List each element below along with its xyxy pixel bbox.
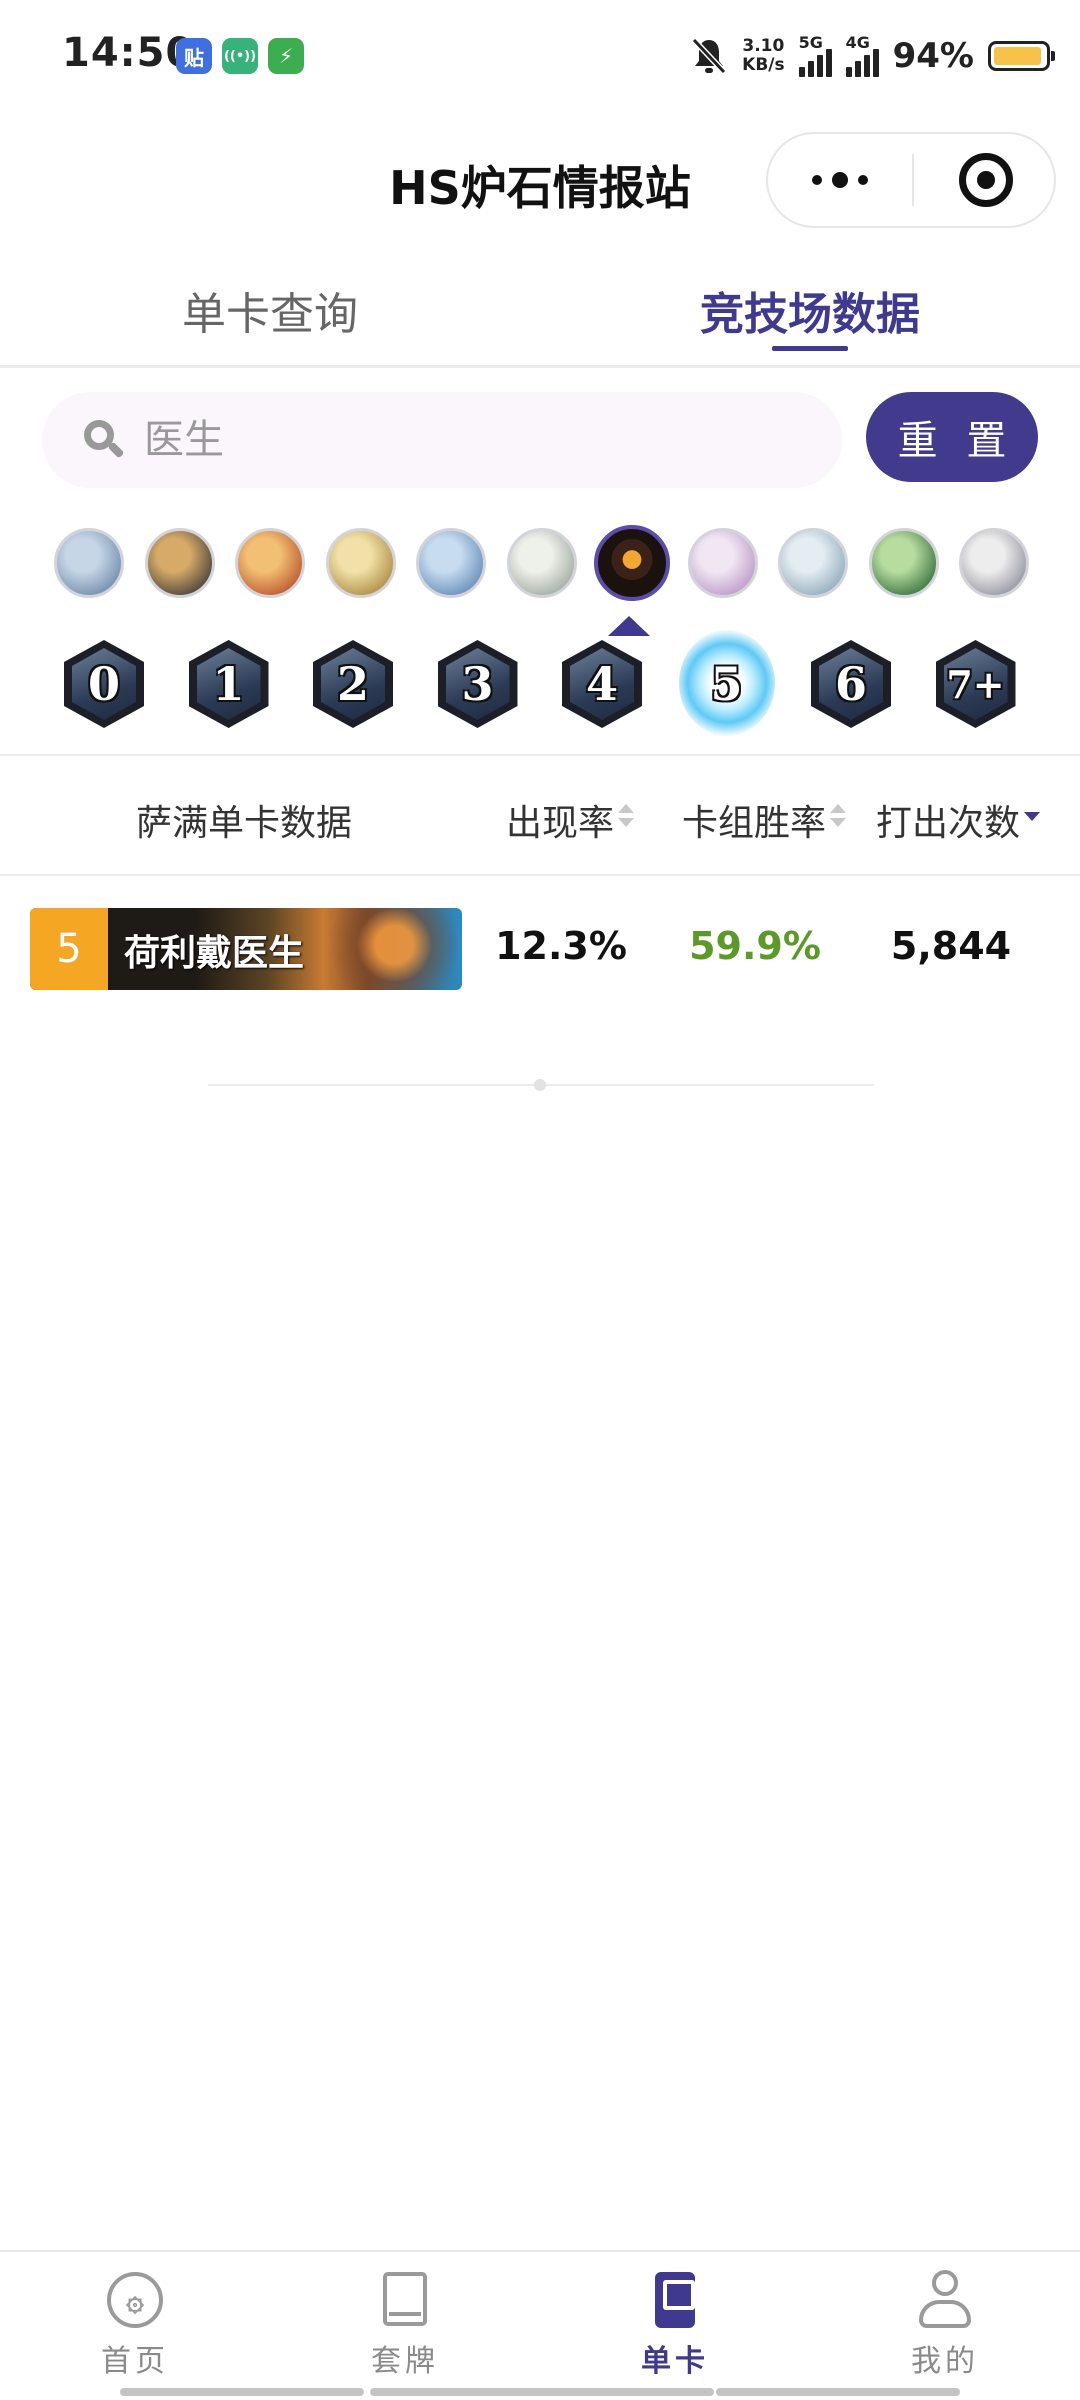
header-play-count-label: 打出次数 (876, 803, 1021, 844)
hotspot-icon: ((•)) (222, 38, 258, 74)
class-icon-demon-hunter[interactable] (144, 528, 215, 598)
card-name: 荷利戴医生 (124, 933, 305, 974)
nav-profile-label: 我的 (911, 2344, 979, 2379)
nav-home[interactable]: ۞ 首页 (0, 2252, 270, 2382)
more-dot-icon (858, 175, 868, 185)
class-icon-druid[interactable] (235, 528, 305, 598)
cost-filter-label: 4 (585, 657, 618, 711)
class-icon-shaman[interactable] (594, 525, 670, 601)
class-icon-warrior[interactable] (959, 528, 1029, 598)
search-box[interactable] (42, 392, 842, 488)
class-icon-warlock[interactable] (868, 528, 939, 598)
search-icon (84, 420, 126, 462)
target-icon (959, 153, 1013, 207)
cost-filter-6[interactable]: 6 (811, 640, 891, 728)
table-row[interactable]: 5 荷利戴医生 12.3% 59.9% 5,844 (0, 880, 1080, 1020)
close-mini-program-button[interactable] (914, 134, 1058, 226)
status-time: 14:50 (62, 30, 195, 76)
header-deck-win-rate[interactable]: 卡组胜率 (682, 794, 847, 846)
card-icon (645, 2270, 705, 2330)
card-banner[interactable]: 5 荷利戴医生 (30, 908, 462, 990)
search-input[interactable] (144, 410, 804, 470)
tieba-icon: 贴 (176, 38, 212, 74)
sort-icon (618, 804, 635, 834)
mini-program-capsule (766, 132, 1056, 228)
title-bar: HS炉石情报站 (0, 120, 1080, 240)
class-icon-mage[interactable] (416, 528, 486, 598)
class-icon-death-knight[interactable] (54, 528, 124, 598)
bottom-navigation: ۞ 首页 套牌 单卡 我的 (0, 2250, 1080, 2400)
battery-icon (988, 41, 1055, 71)
mute-bell-icon (691, 37, 727, 75)
charging-icon: ⚡ (268, 38, 304, 74)
class-icon-priest[interactable] (687, 528, 758, 598)
home-indicator (716, 2388, 960, 2396)
card-play-count: 5,844 (890, 924, 1012, 968)
table-header: 萨满单卡数据 出现率 卡组胜率 打出次数 (0, 756, 1080, 876)
header-divider (0, 874, 1080, 876)
network-speed-value: 3.10 (742, 36, 785, 56)
card-appearance-rate: 12.3% (495, 924, 627, 968)
class-icon-rogue[interactable] (778, 528, 848, 598)
header-card-data: 萨满单卡数据 (136, 803, 353, 844)
class-icon-paladin[interactable] (506, 528, 577, 598)
cost-filter-7plus[interactable]: 7+ (935, 640, 1016, 728)
cost-filter-label: 5 (710, 657, 743, 711)
deck-book-icon (375, 2270, 435, 2330)
cost-filter-2[interactable]: 2 (313, 640, 393, 728)
end-of-list-dot (534, 1079, 546, 1091)
signal-5g-label: 5G (798, 33, 823, 52)
status-bar: 14:50 贴 ((•)) ⚡ 3.10 KB/s 5G 4G 94% (0, 0, 1080, 110)
cost-filter-3[interactable]: 3 (437, 640, 518, 728)
signal-4g-icon: 4G (845, 33, 879, 77)
reset-button[interactable]: 重 置 (866, 392, 1038, 482)
more-dot-icon (812, 175, 822, 185)
tab-arena-data[interactable]: 竞技场数据 (610, 278, 1010, 342)
hearthstone-logo-icon: ۞ (105, 2270, 165, 2330)
profile-icon (915, 2270, 975, 2330)
signal-5g-icon: 5G (798, 33, 832, 77)
tab-bar: 单卡查询 竞技场数据 (0, 262, 1080, 368)
sort-desc-icon (1024, 804, 1041, 834)
cost-filter-row: 0 1 2 3 4 5 6 7+ (0, 630, 1080, 740)
signal-4g-label: 4G (845, 33, 870, 52)
home-indicator (120, 2388, 364, 2396)
nav-profile[interactable]: 我的 (810, 2252, 1080, 2382)
active-tab-indicator (772, 346, 848, 351)
nav-cards[interactable]: 单卡 (540, 2252, 810, 2382)
cost-filter-label: 1 (212, 657, 245, 711)
card-deck-win-rate: 59.9% (689, 924, 821, 968)
more-dot-icon (832, 172, 848, 188)
class-filter-row (0, 520, 1080, 606)
cost-filter-0[interactable]: 0 (64, 640, 144, 728)
cost-filter-label: 2 (336, 657, 369, 711)
header-appearance-rate[interactable]: 出现率 (506, 794, 635, 846)
cost-filter-4[interactable]: 4 (562, 640, 642, 728)
battery-percent: 94% (892, 36, 974, 76)
header-play-count[interactable]: 打出次数 (876, 794, 1041, 846)
network-speed: 3.10 KB/s (742, 37, 784, 75)
more-options-button[interactable] (768, 134, 912, 226)
network-speed-unit: KB/s (742, 55, 785, 75)
nav-home-label: 首页 (101, 2344, 169, 2379)
cost-filter-label: 3 (461, 657, 494, 711)
sort-icon (830, 804, 847, 834)
cost-filter-1[interactable]: 1 (188, 640, 269, 728)
nav-decks-label: 套牌 (371, 2344, 439, 2379)
header-deck-win-rate-label: 卡组胜率 (682, 803, 827, 844)
battery-level (994, 47, 1041, 65)
cost-filter-label: 7+ (946, 661, 1005, 707)
tab-single-card-query[interactable]: 单卡查询 (70, 278, 470, 342)
class-icon-hunter[interactable] (325, 528, 396, 598)
nav-cards-label: 单卡 (641, 2344, 709, 2379)
card-cost-badge: 5 (30, 908, 108, 990)
header-appearance-rate-label: 出现率 (506, 803, 615, 844)
cost-filter-label: 0 (87, 657, 120, 711)
nav-decks[interactable]: 套牌 (270, 2252, 540, 2382)
cost-filter-label: 6 (834, 657, 867, 711)
home-indicator (370, 2388, 714, 2396)
